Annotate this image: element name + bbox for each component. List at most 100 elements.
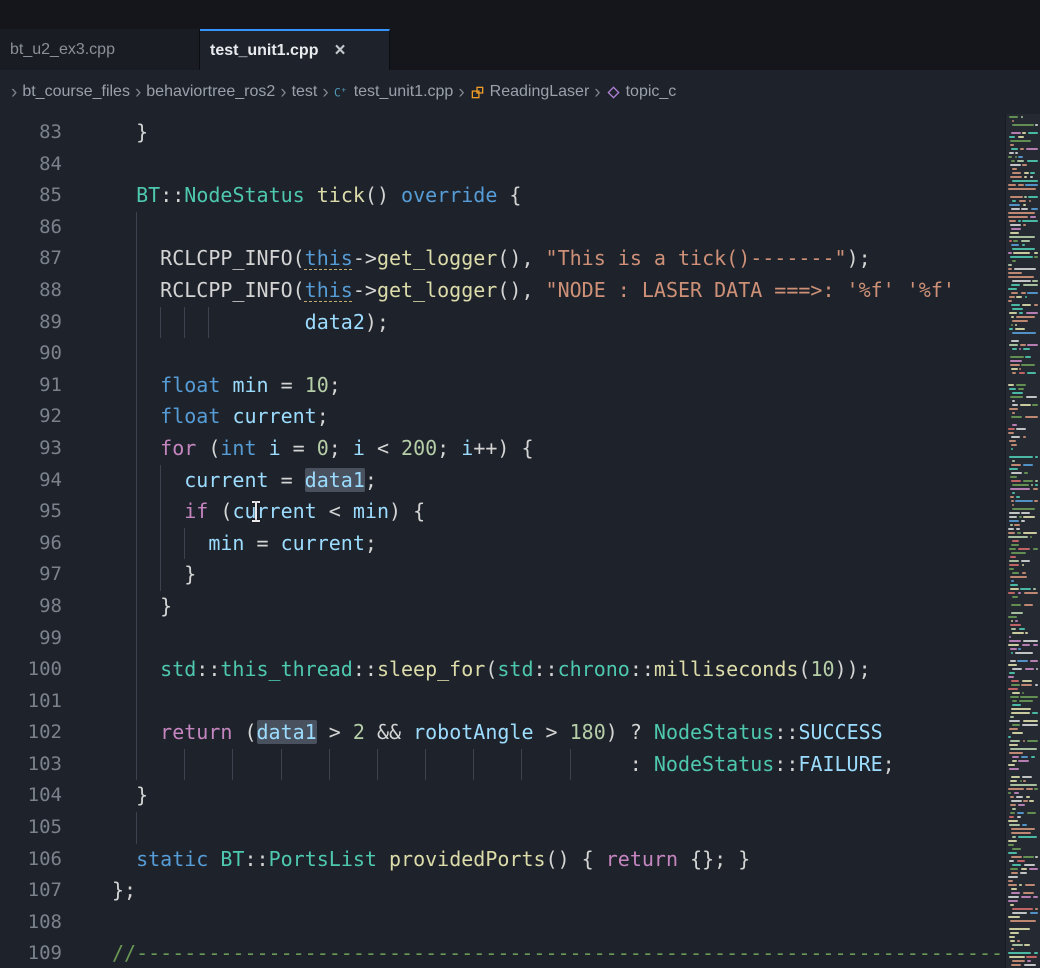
code-token: "NODE : LASER DATA ===>: '%f' '%f' (546, 278, 955, 302)
code-line-101[interactable]: 101 (0, 686, 1040, 718)
minimap-line (1009, 152, 1014, 154)
code-token (257, 436, 269, 460)
code-line-100[interactable]: 100 std::this_thread::sleep_for(std::chr… (0, 654, 1040, 686)
minimap-line (1008, 896, 1019, 898)
breadcrumb-item-behaviortree_ros2[interactable]: behaviortree_ros2 (146, 83, 275, 101)
minimap-line (1027, 372, 1036, 374)
code-line-89[interactable]: 89 data2); (0, 307, 1040, 339)
code-line-91[interactable]: 91 float min = 10; (0, 370, 1040, 402)
minimap-line (1008, 184, 1016, 186)
minimap-line (1017, 860, 1025, 862)
code-token: ( (208, 499, 232, 523)
code-token: tick (317, 183, 365, 207)
code-token: std (160, 657, 196, 681)
line-number: 95 (0, 496, 62, 528)
line-number: 107 (0, 875, 62, 907)
breadcrumb-item-test[interactable]: test (292, 83, 318, 101)
code-line-83[interactable]: 83 } (0, 117, 1040, 149)
minimap-line (1012, 404, 1018, 406)
title-bar (0, 0, 1040, 29)
minimap-line (1009, 928, 1030, 930)
breadcrumb-item-ReadingLaser[interactable]: ReadingLaser (470, 83, 590, 101)
code-token: NodeStatus (184, 183, 304, 207)
code-token: ; (437, 436, 461, 460)
breadcrumb-item-bt_course_files[interactable]: bt_course_files (22, 83, 130, 101)
minimap-line (1012, 692, 1020, 694)
code-line-99[interactable]: 99 (0, 623, 1040, 655)
minimap-line (1021, 896, 1031, 898)
minimap-line (1024, 472, 1028, 474)
minimap-line (1010, 360, 1022, 362)
code-line-86[interactable]: 86 (0, 212, 1040, 244)
minimap-line (1035, 480, 1038, 482)
code-editor[interactable]: 83 }8485 BT::NodeStatus tick() override … (0, 114, 1040, 968)
code-line-109[interactable]: 109//-----------------------------------… (0, 938, 1040, 968)
minimap-line (1034, 952, 1038, 954)
indent-guide (136, 686, 137, 718)
code-line-84[interactable]: 84 (0, 149, 1040, 181)
minimap-line (1011, 284, 1020, 286)
code-line-94[interactable]: 94 current = data1; (0, 465, 1040, 497)
tab-bt_u2_ex3.cpp[interactable]: bt_u2_ex3.cpp (0, 29, 200, 70)
minimap-line (1026, 148, 1038, 150)
code-line-103[interactable]: 103 : NodeStatus::FAILURE; (0, 749, 1040, 781)
minimap-line (1019, 700, 1033, 702)
tab-test_unit1.cpp[interactable]: test_unit1.cpp× (200, 29, 390, 70)
code-line-87[interactable]: 87 RCLCPP_INFO(this->get_logger(), "This… (0, 243, 1040, 275)
breadcrumb-item-test_unit1.cpp[interactable]: C+test_unit1.cpp (334, 83, 454, 101)
code-token: {}; } (678, 847, 750, 871)
code-token: ( (196, 436, 220, 460)
code-token: current (184, 468, 268, 492)
breadcrumb-label: test (292, 83, 318, 101)
breadcrumb-item-topic_c[interactable]: topic_c (606, 83, 677, 101)
code-token: NodeStatus (654, 752, 774, 776)
minimap-line (1015, 652, 1032, 654)
code-line-104[interactable]: 104 } (0, 780, 1040, 812)
minimap-line (1011, 464, 1021, 466)
code-token: } (112, 783, 148, 807)
code-line-108[interactable]: 108 (0, 907, 1040, 939)
code-token: providedPorts (389, 847, 546, 871)
minimap-line (1033, 896, 1038, 898)
minimap-line (1016, 296, 1022, 298)
indent-guide (160, 528, 161, 560)
minimap-line (1021, 520, 1026, 522)
code-line-93[interactable]: 93 for (int i = 0; i < 200; i++) { (0, 433, 1040, 465)
code-line-107[interactable]: 107}; (0, 875, 1040, 907)
minimap-line (1030, 536, 1032, 538)
code-line-97[interactable]: 97 } (0, 559, 1040, 591)
minimap-line (1021, 560, 1030, 562)
minimap-line (1025, 356, 1031, 358)
minimap-line (1009, 220, 1016, 222)
indent-guide (136, 812, 137, 844)
code-line-92[interactable]: 92 float current; (0, 401, 1040, 433)
code-area[interactable]: 83 }8485 BT::NodeStatus tick() override … (0, 114, 1040, 968)
minimap-line (1018, 760, 1029, 762)
minimap-line (1009, 568, 1014, 570)
code-line-106[interactable]: 106 static BT::PortsList providedPorts()… (0, 844, 1040, 876)
code-line-98[interactable]: 98 } (0, 591, 1040, 623)
code-line-96[interactable]: 96 min = current; (0, 528, 1040, 560)
line-number: 90 (0, 338, 62, 370)
code-line-85[interactable]: 85 BT::NodeStatus tick() override { (0, 180, 1040, 212)
code-line-95[interactable]: 95 if (current < min) { (0, 496, 1040, 528)
code-line-88[interactable]: 88 RCLCPP_INFO(this->get_logger(), "NODE… (0, 275, 1040, 307)
minimap[interactable] (1005, 114, 1040, 968)
minimap-line (1033, 588, 1036, 590)
code-line-content: return (data1 > 2 && robotAngle > 180) ?… (112, 717, 883, 749)
minimap-line (1012, 596, 1018, 598)
minimap-line (1009, 136, 1015, 138)
minimap-line (1019, 348, 1021, 350)
code-line-90[interactable]: 90 (0, 338, 1040, 370)
code-line-102[interactable]: 102 return (data1 > 2 && robotAngle > 18… (0, 717, 1040, 749)
code-line-105[interactable]: 105 (0, 812, 1040, 844)
code-token: ) { (389, 499, 425, 523)
minimap-line (1009, 312, 1017, 314)
minimap-line (1023, 532, 1036, 534)
breadcrumb-label: behaviortree_ros2 (146, 83, 275, 101)
minimap-line (1022, 692, 1024, 694)
minimap-line (1009, 328, 1013, 330)
minimap-line (1015, 324, 1017, 326)
close-icon[interactable]: × (334, 41, 345, 60)
minimap-line (1008, 788, 1024, 790)
